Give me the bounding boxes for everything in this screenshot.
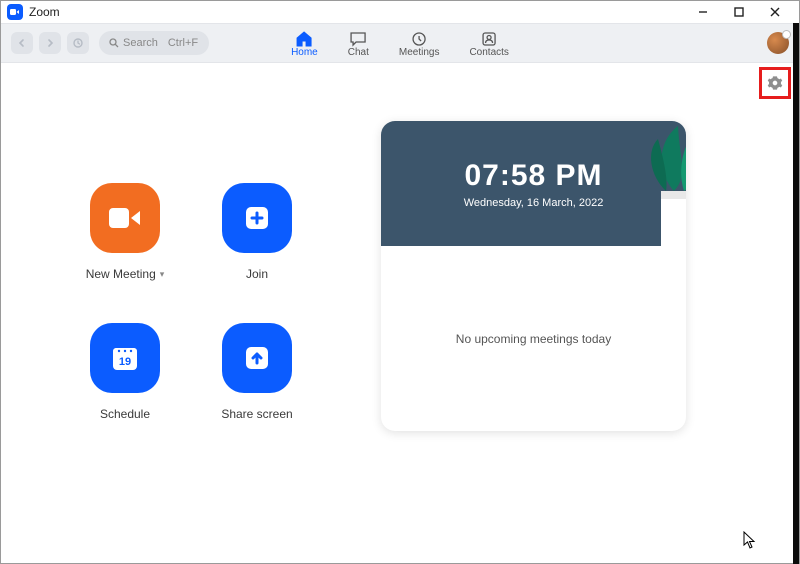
search-icon	[109, 38, 119, 48]
tab-chat-label: Chat	[348, 47, 369, 58]
plant-decoration	[606, 121, 686, 246]
minimize-button[interactable]	[685, 1, 721, 23]
home-icon	[295, 31, 313, 47]
video-icon	[108, 205, 142, 231]
settings-highlight	[759, 67, 791, 99]
window-shadow	[793, 23, 799, 564]
search-input[interactable]: Search Ctrl+F	[99, 31, 209, 55]
search-placeholder: Search	[123, 37, 158, 49]
tab-contacts[interactable]: Contacts	[469, 24, 508, 62]
contacts-icon	[480, 31, 498, 47]
maximize-button[interactable]	[721, 1, 757, 23]
search-shortcut: Ctrl+F	[168, 37, 198, 49]
tab-contacts-label: Contacts	[469, 47, 508, 58]
tab-meetings-label: Meetings	[399, 47, 440, 58]
clock-time: 07:58 PM	[464, 159, 602, 193]
share-screen-label: Share screen	[221, 407, 292, 421]
avatar[interactable]	[767, 32, 789, 54]
svg-text:19: 19	[119, 356, 131, 368]
chevron-down-icon[interactable]: ▾	[160, 269, 165, 280]
main-panel: New Meeting ▾ Join 19 Schedule	[1, 63, 799, 563]
schedule-button[interactable]: 19	[90, 323, 160, 393]
clock-icon	[410, 31, 428, 47]
tab-meetings[interactable]: Meetings	[399, 24, 440, 62]
calendar-icon: 19	[109, 342, 141, 374]
tab-home-label: Home	[291, 47, 318, 58]
app-title: Zoom	[29, 5, 60, 19]
titlebar: Zoom	[1, 1, 799, 23]
zoom-app-icon	[7, 4, 23, 20]
upcoming-text: No upcoming meetings today	[456, 332, 611, 346]
share-screen-button[interactable]	[222, 323, 292, 393]
action-grid: New Meeting ▾ Join 19 Schedule	[1, 63, 381, 563]
close-button[interactable]	[757, 1, 793, 23]
plus-icon	[242, 203, 272, 233]
chat-icon	[349, 31, 367, 47]
upcoming-body: No upcoming meetings today	[381, 246, 686, 431]
join-button[interactable]	[222, 183, 292, 253]
gear-icon[interactable]	[767, 75, 783, 91]
tab-home[interactable]: Home	[291, 24, 318, 62]
tab-chat[interactable]: Chat	[348, 24, 369, 62]
arrow-up-icon	[242, 343, 272, 373]
schedule-label: Schedule	[100, 407, 150, 421]
card-header: 07:58 PM Wednesday, 16 March, 2022	[381, 121, 686, 246]
toolbar: Search Ctrl+F Home Chat Meetings Contact…	[1, 23, 799, 63]
join-label: Join	[246, 267, 268, 281]
forward-button[interactable]	[39, 32, 61, 54]
upcoming-card: 07:58 PM Wednesday, 16 March, 2022 No up…	[381, 121, 686, 431]
new-meeting-button[interactable]	[90, 183, 160, 253]
clock-date: Wednesday, 16 March, 2022	[464, 197, 604, 209]
history-button[interactable]	[67, 32, 89, 54]
back-button[interactable]	[11, 32, 33, 54]
new-meeting-label: New Meeting	[86, 267, 156, 281]
cursor-icon	[743, 531, 757, 549]
